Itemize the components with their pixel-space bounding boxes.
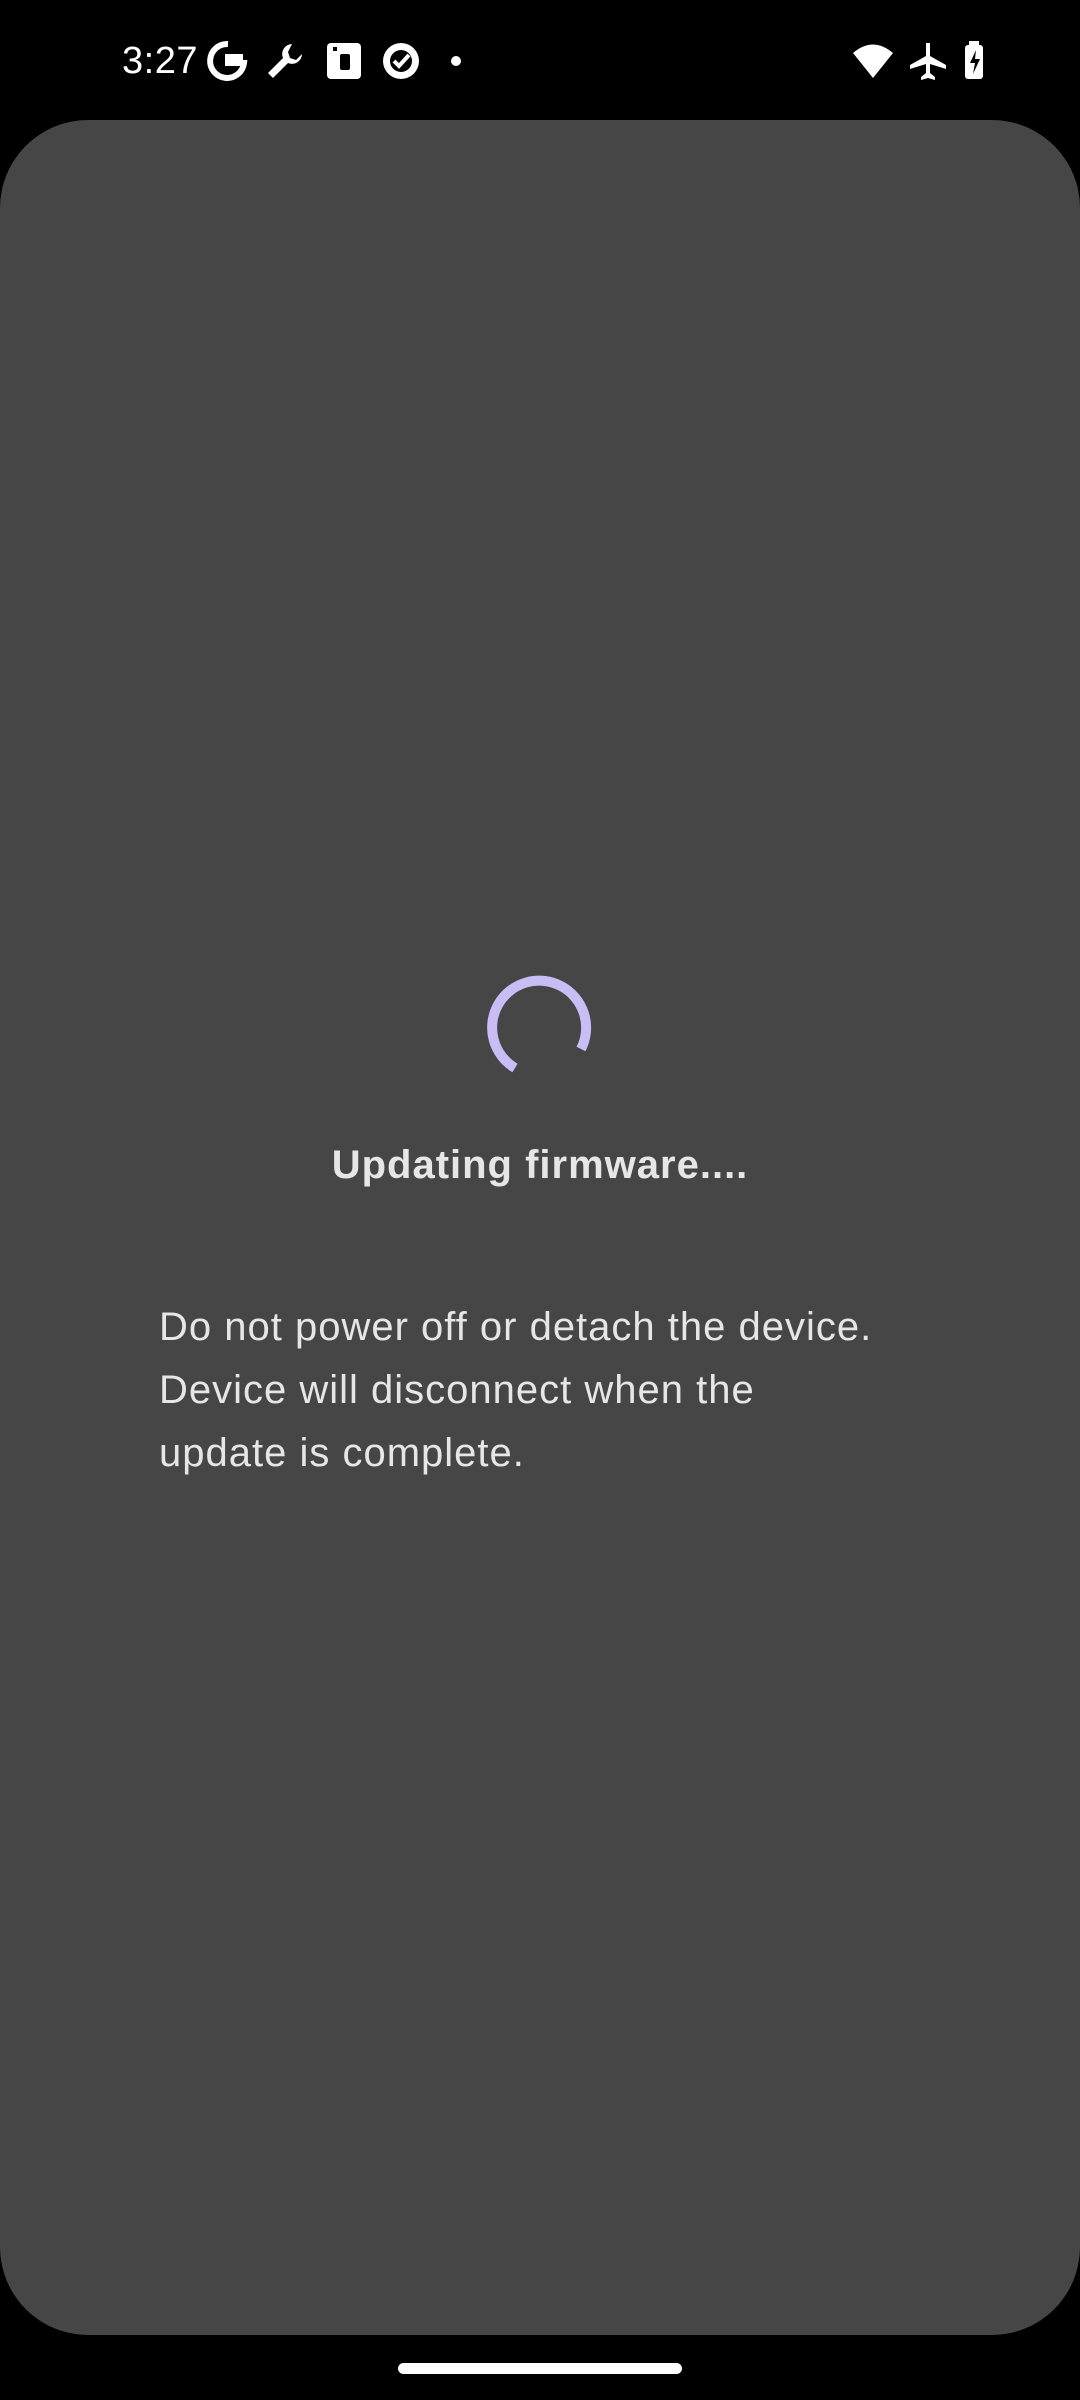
notification-dot-icon: [451, 56, 461, 66]
gesture-nav-handle[interactable]: [398, 2363, 682, 2374]
battery-charging-icon: [965, 41, 983, 79]
check-badge-icon: [383, 43, 419, 79]
google-g-icon: [207, 40, 248, 81]
screen: 3:27 Updating firmware.... Do not power …: [0, 0, 1080, 2400]
update-title: Updating firmware....: [331, 1143, 749, 1187]
status-bar: 3:27: [0, 0, 1080, 120]
loading-spinner-icon: [487, 975, 592, 1073]
update-message: Do not power off or detach the device. D…: [159, 1305, 873, 1475]
firmware-update-sheet: [0, 120, 1080, 2335]
airplane-icon: [910, 43, 946, 80]
sim-card-icon: [327, 43, 361, 79]
wifi-icon: [853, 44, 893, 78]
status-time: 3:27: [122, 40, 198, 82]
wrench-icon: [268, 44, 302, 78]
